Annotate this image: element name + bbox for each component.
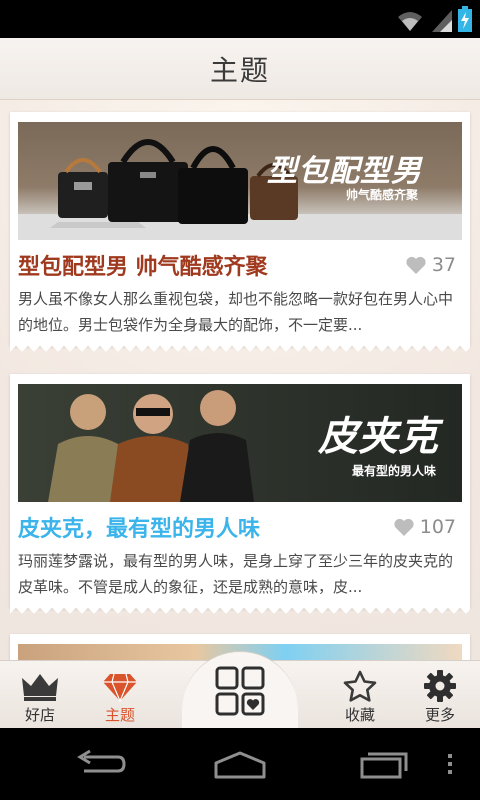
topic-title[interactable]: 型包配型男 帅气酷感齐聚 [18,249,268,281]
center-grid-button[interactable] [182,651,298,729]
heart-icon [406,256,426,274]
home-button[interactable] [200,742,280,786]
status-bar [0,0,480,38]
banner-subtitle: 最有型的男人味 [351,464,436,478]
tab-label: 收藏 [344,706,375,724]
grid-heart-icon [215,666,265,715]
topic-banner-image[interactable]: 皮夹克 最有型的男人味 [18,384,462,502]
like-count-value: 37 [431,254,456,276]
star-icon [343,670,377,702]
tab-label: 好店 [24,706,55,724]
crown-icon [22,674,58,701]
topic-card[interactable]: 型包配型男 帅气酷感齐聚 型包配型男 帅气酷感齐聚 37 男人虽不像女人那么重视… [10,112,470,352]
like-count-value: 107 [419,516,456,538]
topic-banner-image[interactable]: 型包配型男 帅气酷感齐聚 [18,122,462,240]
topic-card[interactable]: 皮夹克 最有型的男人味 皮夹克，最有型的男人味 107 玛丽莲梦露说，最有型的男… [10,374,470,614]
bottom-tab-bar: 好店 主题 收藏 更多 [0,651,480,729]
diamond-icon [103,673,137,702]
like-count[interactable]: 37 [406,254,462,276]
topic-description: 玛丽莲梦露说，最有型的男人味，是身上穿了至少三年的皮夹克的皮革味。不管是成人的象… [18,552,454,596]
system-nav-bar [0,728,480,800]
topic-description: 男人虽不像女人那么重视包袋，却也不能忽略一款好包在男人心中的地位。男士包袋作为全… [18,290,454,334]
back-icon [77,749,126,773]
back-button[interactable] [60,742,140,786]
home-icon [214,751,266,779]
heart-icon [394,518,414,536]
tab-label: 更多 [424,706,455,724]
like-count[interactable]: 107 [394,516,462,538]
banner-subtitle: 帅气酷感齐聚 [345,188,418,202]
overflow-menu-icon [448,754,452,774]
recent-apps-button[interactable] [344,742,424,786]
signal-icon [432,10,452,32]
wifi-icon [398,12,422,31]
gear-icon [424,670,456,702]
page-title: 主题 [209,53,270,87]
topic-list[interactable]: 型包配型男 帅气酷感齐聚 型包配型男 帅气酷感齐聚 37 男人虽不像女人那么重视… [0,100,480,660]
tab-favorites[interactable]: 收藏 [320,661,400,729]
topic-title[interactable]: 皮夹克，最有型的男人味 [18,511,260,543]
banner-title: 皮夹克 [318,414,438,460]
battery-charging-icon [458,6,472,32]
tab-good-shops[interactable]: 好店 [0,661,80,729]
title-bar: 主题 [0,38,480,100]
overflow-menu-button[interactable] [430,742,470,786]
banner-title: 型包配型男 [267,154,422,189]
recent-apps-icon [360,752,408,779]
tab-more[interactable]: 更多 [400,661,480,729]
tab-label: 主题 [104,706,135,724]
tab-topics[interactable]: 主题 [80,661,160,729]
